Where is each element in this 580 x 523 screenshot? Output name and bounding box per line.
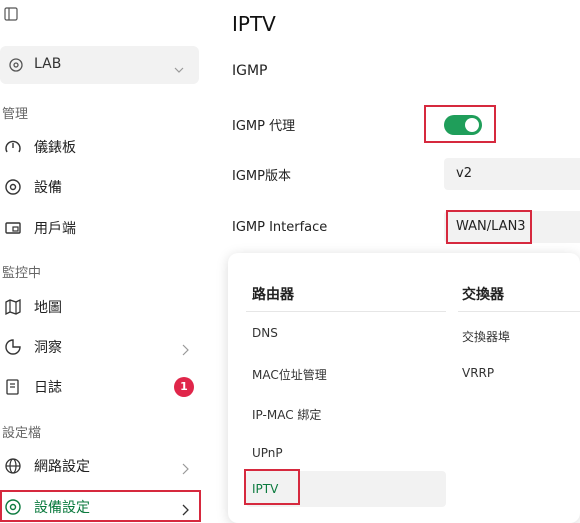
menu-item-ip-mac-binding[interactable]: IP-MAC 綁定 — [252, 406, 321, 423]
sidebar-item-insight[interactable]: 洞察 — [0, 329, 200, 365]
iptv-highlight — [244, 469, 300, 505]
switch-heading: 交換器 — [462, 287, 504, 303]
section-monitor: 監控中 — [2, 266, 42, 281]
sidebar-item-devices[interactable]: 設備 — [0, 169, 200, 205]
sidebar: LAB 管理 儀錶板 設備 用戶端 監控中 地圖 洞察 日誌 1 設定檔 網路設… — [0, 0, 210, 523]
menu-item-vrrp[interactable]: VRRP — [462, 366, 494, 380]
globe-icon — [4, 457, 22, 475]
toggle-knob — [465, 118, 479, 132]
device-icon — [4, 178, 22, 196]
igmp-interface-label: IGMP Interface — [232, 220, 328, 235]
igmp-version-select[interactable]: v2 — [444, 158, 580, 190]
sidebar-item-label: 設備 — [34, 180, 62, 196]
page-title: IPTV — [232, 12, 276, 36]
igmp-proxy-toggle[interactable] — [444, 115, 482, 135]
log-icon — [4, 378, 22, 396]
igmp-proxy-label: IGMP 代理 — [232, 119, 296, 134]
router-heading: 路由器 — [252, 287, 294, 303]
chevron-right-icon — [180, 501, 190, 516]
device-settings-menu: 路由器 交換器 DNS MAC位址管理 IP-MAC 綁定 UPnP IPTV … — [228, 253, 580, 523]
igmp-interface-highlight — [446, 210, 532, 244]
insight-icon — [4, 338, 22, 356]
sidebar-item-label: 儀錶板 — [34, 140, 76, 156]
sidebar-item-map[interactable]: 地圖 — [0, 289, 200, 325]
igmp-version-label: IGMP版本 — [232, 169, 291, 184]
client-icon — [4, 219, 22, 237]
sidebar-item-label: 日誌 — [34, 380, 62, 396]
sidebar-item-label: 設備設定 — [34, 500, 90, 516]
location-icon — [8, 57, 24, 73]
notification-badge: 1 — [174, 377, 194, 397]
menu-item-dns[interactable]: DNS — [252, 326, 278, 340]
chevron-down-icon — [174, 60, 184, 73]
gauge-icon — [4, 138, 22, 156]
switch-divider — [458, 311, 580, 312]
chevron-right-icon — [180, 341, 190, 356]
section-manage: 管理 — [2, 107, 29, 122]
section-title-igmp: IGMP — [232, 63, 268, 79]
map-icon — [4, 298, 22, 316]
device-settings-icon — [4, 498, 22, 516]
site-name: LAB — [34, 56, 62, 72]
site-selector[interactable]: LAB — [0, 46, 199, 84]
sidebar-item-device-settings[interactable]: 設備設定 — [0, 490, 201, 522]
chevron-right-icon — [180, 460, 190, 475]
igmp-proxy-highlight — [424, 105, 496, 143]
igmp-version-value: v2 — [456, 166, 472, 181]
sidebar-item-clients[interactable]: 用戶端 — [0, 210, 200, 246]
sidebar-item-logs[interactable]: 日誌 1 — [0, 369, 200, 405]
sidebar-item-label: 網路設定 — [34, 459, 90, 475]
sidebar-item-label: 洞察 — [34, 340, 62, 356]
section-config: 設定檔 — [2, 426, 42, 441]
router-divider — [246, 311, 446, 312]
sidebar-item-network-settings[interactable]: 網路設定 — [0, 448, 200, 484]
menu-item-switch-ports[interactable]: 交換器埠 — [462, 328, 510, 345]
menu-item-mac-management[interactable]: MAC位址管理 — [252, 366, 327, 383]
sidebar-item-label: 地圖 — [34, 300, 62, 316]
sidebar-item-label: 用戶端 — [34, 221, 76, 237]
sidebar-item-dashboard[interactable]: 儀錶板 — [0, 129, 200, 165]
menu-item-upnp[interactable]: UPnP — [252, 446, 283, 460]
sidebar-toggle-icon[interactable] — [4, 6, 18, 21]
